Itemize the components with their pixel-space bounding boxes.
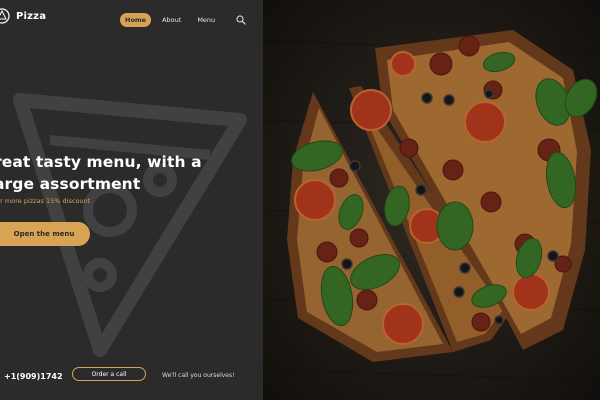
nav-item-about[interactable]: About <box>157 13 186 27</box>
order-call-button[interactable]: Order a call <box>72 367 146 381</box>
nav-item-menu[interactable]: Menu <box>192 13 220 27</box>
pizza-slice-watermark-icon <box>13 93 247 357</box>
left-panel: Pizza Home About Menu reat tasty menu, w… <box>0 0 263 400</box>
pizza-logo-icon <box>0 8 10 24</box>
hero-photo <box>263 0 600 400</box>
brand-logo[interactable]: Pizza <box>0 8 46 24</box>
search-icon[interactable] <box>236 15 246 25</box>
main-nav: Home About Menu <box>120 13 246 27</box>
hero-line-2: arge assortment <box>0 174 141 193</box>
hero-heading: reat tasty menu, with a arge assortment <box>0 152 254 195</box>
callback-text: We'll call you ourselves! <box>162 372 235 379</box>
pizza-photo-illustration <box>263 0 600 400</box>
brand-name: Pizza <box>16 10 47 22</box>
open-menu-button[interactable]: Open the menu <box>0 222 90 246</box>
nav-item-home[interactable]: Home <box>120 13 152 27</box>
phone-number[interactable]: +1(909)1742 <box>4 372 63 381</box>
hero-line-1: reat tasty menu, with a <box>0 153 202 171</box>
promo-text: 2 or more pizzas 15% discount <box>0 197 91 205</box>
